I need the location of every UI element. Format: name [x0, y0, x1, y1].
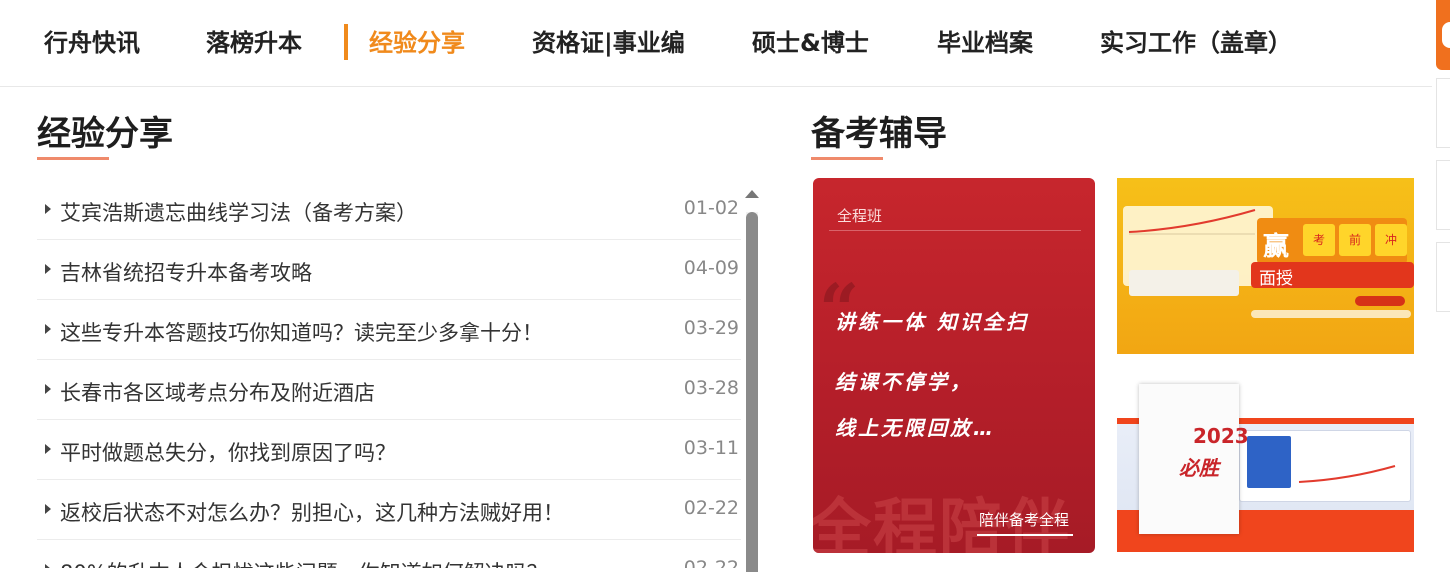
list-item[interactable]: 艾宾浩斯遗忘曲线学习法（备考方案） 01-02 [37, 180, 741, 240]
article-title[interactable]: 返校后状态不对怎么办？别担心，这几种方法贼好用！ [60, 497, 564, 527]
bullet-triangle-icon [45, 564, 51, 568]
article-date: 03-28 [683, 377, 739, 399]
face-label: 面授 [1259, 269, 1293, 289]
nav-item-retake[interactable]: 落榜升本 [206, 26, 302, 60]
article-date: 03-29 [683, 317, 739, 339]
article-date: 02-22 [683, 497, 739, 519]
experience-title: 经验分享 [37, 114, 173, 154]
tag-divider [829, 230, 1081, 231]
experience-title-underline [37, 157, 109, 160]
growth-curve-icon [1128, 209, 1256, 235]
books-image [1129, 270, 1239, 296]
banner-slogan: 线上无限回放… [835, 416, 996, 440]
list-item[interactable]: 吉林省统招专升本备考攻略 04-09 [37, 240, 741, 300]
mini-tile: 考 [1303, 224, 1335, 256]
article-title[interactable]: 平时做题总失分，你找到原因了吗？ [60, 437, 396, 467]
nav-item-certificate[interactable]: 资格证|事业编 [532, 26, 685, 60]
tutoring-title-underline [811, 157, 883, 160]
article-date: 02-22 [683, 557, 739, 568]
list-item[interactable]: 这些专升本答题技巧你知道吗？读完至少多拿十分！ 03-29 [37, 300, 741, 360]
course-tag: 全程班 [837, 207, 883, 225]
float-service-button[interactable] [1436, 0, 1450, 70]
article-title[interactable]: 80%的升本人会担忧这些问题，你知道如何解决吗？ [60, 557, 548, 568]
list-item[interactable]: 长春市各区域考点分布及附近酒店 03-28 [37, 360, 741, 420]
scroll-up-arrow-icon[interactable] [745, 190, 759, 198]
cta-underline [977, 534, 1073, 536]
nav-item-archive[interactable]: 毕业档案 [937, 26, 1033, 60]
bullet-triangle-icon [45, 504, 51, 514]
nav-item-internship[interactable]: 实习工作（盖章） [1100, 26, 1292, 60]
full-course-banner[interactable]: 全程班 “ 全程陪伴 讲练一体 知识全扫 结课不停学， 线上无限回放… 陪伴备考… [813, 178, 1095, 553]
banner-slogan: 结课不停学， [835, 370, 973, 394]
banner-cta[interactable]: 陪伴备考全程 [979, 509, 1069, 530]
float-widget-3[interactable] [1436, 242, 1450, 312]
banner-slogan: 讲练一体 知识全扫 [835, 310, 1029, 334]
pill-button-image [1355, 296, 1405, 306]
article-list: 艾宾浩斯遗忘曲线学习法（备考方案） 01-02 吉林省统招专升本备考攻略 04-… [37, 180, 741, 568]
bullet-triangle-icon [45, 264, 51, 274]
nav-active-indicator [344, 24, 348, 60]
float-widget-1[interactable] [1436, 78, 1450, 148]
mini-tile: 前 [1339, 224, 1371, 256]
article-date: 04-09 [683, 257, 739, 279]
screen-blue-panel [1247, 436, 1291, 488]
top-nav: 行舟快讯 落榜升本 经验分享 资格证|事业编 硕士&博士 毕业档案 实习工作（盖… [0, 0, 1432, 87]
article-title[interactable]: 吉林省统招专升本备考攻略 [60, 257, 312, 287]
list-item[interactable]: 返校后状态不对怎么办？别担心，这几种方法贼好用！ 02-22 [37, 480, 741, 540]
tutoring-title: 备考辅导 [811, 114, 947, 154]
mini-tile: 冲 [1375, 224, 1407, 256]
face-to-face-banner[interactable]: 赢 考 前 冲 面授 [1117, 178, 1414, 354]
bullet-triangle-icon [45, 204, 51, 214]
float-widget-2[interactable] [1436, 160, 1450, 230]
shelf-image [1251, 310, 1411, 318]
article-title[interactable]: 长春市各区域考点分布及附近酒店 [60, 377, 375, 407]
list-item[interactable]: 平时做题总失分，你找到原因了吗？ 03-11 [37, 420, 741, 480]
nav-item-master-doctor[interactable]: 硕士&博士 [752, 26, 869, 60]
scrollbar-thumb[interactable] [746, 212, 758, 572]
service-icon [1442, 22, 1450, 48]
nav-item-experience[interactable]: 经验分享 [369, 26, 465, 60]
article-title[interactable]: 这些专升本答题技巧你知道吗？读完至少多拿十分！ [60, 317, 543, 347]
article-title[interactable]: 艾宾浩斯遗忘曲线学习法（备考方案） [60, 197, 417, 227]
article-date: 03-11 [683, 437, 739, 459]
bullet-triangle-icon [45, 384, 51, 394]
article-date: 01-02 [683, 197, 739, 219]
book-year: 2023 [1193, 424, 1249, 448]
list-item[interactable]: 80%的升本人会担忧这些问题，你知道如何解决吗？ 02-22 [37, 540, 741, 568]
screen-curve-icon [1298, 465, 1396, 483]
win-char: 赢 [1263, 232, 1290, 262]
book-script: 必胜 [1179, 456, 1219, 480]
bullet-triangle-icon [45, 324, 51, 334]
study-material-banner[interactable]: 2023 必胜 [1117, 380, 1414, 552]
bullet-triangle-icon [45, 444, 51, 454]
nav-item-news[interactable]: 行舟快讯 [44, 26, 140, 60]
